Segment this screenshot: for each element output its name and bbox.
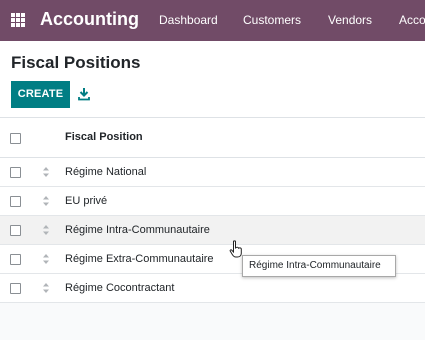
app-name[interactable]: Accounting: [40, 9, 139, 30]
select-all-checkbox[interactable]: [10, 133, 21, 144]
drag-handle-icon[interactable]: [42, 224, 50, 236]
table-row[interactable]: Régime Cocontractant: [0, 274, 425, 303]
nav-vendors[interactable]: Vendors: [328, 13, 372, 27]
apps-grid-icon[interactable]: [11, 13, 25, 27]
row-checkbox[interactable]: [10, 196, 21, 207]
hand-pointer-icon: [229, 240, 242, 258]
column-header-fiscal-position[interactable]: Fiscal Position: [65, 131, 143, 143]
row-checkbox[interactable]: [10, 254, 21, 265]
page-title: Fiscal Positions: [11, 53, 141, 72]
row-checkbox[interactable]: [10, 167, 21, 178]
row-checkbox[interactable]: [10, 225, 21, 236]
list-header: Fiscal Position: [0, 118, 425, 158]
nav-accounting[interactable]: Acco: [399, 13, 425, 27]
row-label: Régime Extra-Communautaire: [65, 253, 214, 265]
nav-dashboard[interactable]: Dashboard: [159, 13, 218, 27]
table-row[interactable]: Régime Intra-Communautaire: [0, 216, 425, 245]
nav-customers[interactable]: Customers: [243, 13, 301, 27]
table-row[interactable]: EU privé: [0, 187, 425, 216]
row-label: Régime Intra-Communautaire: [65, 224, 210, 236]
top-navbar: Accounting Dashboard Customers Vendors A…: [0, 0, 425, 41]
create-button[interactable]: CREATE: [11, 81, 70, 108]
drag-handle-icon[interactable]: [42, 166, 50, 178]
row-tooltip: Régime Intra-Communautaire: [242, 255, 396, 277]
row-label: Régime National: [65, 166, 147, 178]
drag-handle-icon[interactable]: [42, 282, 50, 294]
row-label: Régime Cocontractant: [65, 282, 175, 294]
drag-handle-icon[interactable]: [42, 253, 50, 265]
drag-handle-icon[interactable]: [42, 195, 50, 207]
table-row[interactable]: Régime National: [0, 158, 425, 187]
row-checkbox[interactable]: [10, 283, 21, 294]
row-label: EU privé: [65, 195, 108, 207]
control-panel: Fiscal Positions CREATE: [0, 41, 425, 118]
download-icon[interactable]: [78, 87, 90, 101]
